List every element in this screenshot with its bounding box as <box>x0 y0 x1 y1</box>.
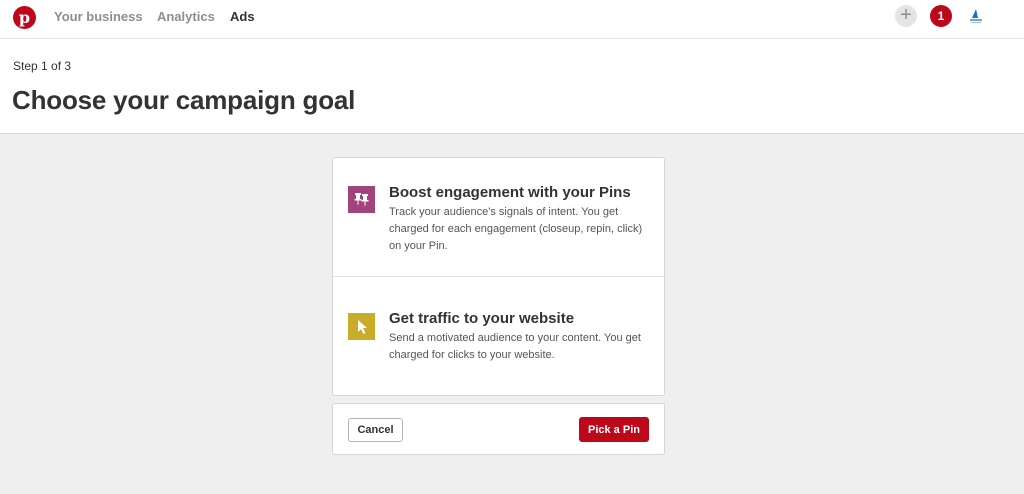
avatar-icon <box>970 9 982 23</box>
action-footer: Cancel Pick a Pin <box>332 403 665 455</box>
page-title: Choose your campaign goal <box>12 85 356 115</box>
cursor-icon <box>348 313 375 340</box>
cancel-button[interactable]: Cancel <box>348 418 403 442</box>
step-indicator: Step 1 of 3 <box>13 59 72 73</box>
nav-ads[interactable]: Ads <box>230 9 255 24</box>
goal-description-boost-engagement: Track your audience's signals of intent.… <box>389 206 643 252</box>
top-nav-bar: p Your business Analytics Ads + 1 <box>0 0 1024 39</box>
pick-a-pin-button[interactable]: Pick a Pin <box>579 417 649 442</box>
page-header: Step 1 of 3 Choose your campaign goal <box>0 39 1024 134</box>
plus-icon: + <box>900 4 912 26</box>
campaign-goal-options: Boost engagement with your Pins Track yo… <box>332 157 665 396</box>
goal-title-boost-engagement: Boost engagement with your Pins <box>389 184 631 201</box>
goal-title-website-traffic: Get traffic to your website <box>389 310 575 327</box>
nav-your-business[interactable]: Your business <box>54 9 143 24</box>
nav-analytics[interactable]: Analytics <box>157 9 215 24</box>
pushpin-icon <box>348 186 375 213</box>
pinterest-logo-icon[interactable]: p <box>13 6 36 29</box>
goal-option-website-traffic[interactable]: Get traffic to your website Send a motiv… <box>333 277 664 395</box>
logo-letter: p <box>18 8 31 27</box>
notifications-badge[interactable]: 1 <box>930 5 952 27</box>
add-plus-button[interactable]: + <box>895 5 917 27</box>
profile-avatar[interactable] <box>967 7 985 25</box>
goal-option-boost-engagement[interactable]: Boost engagement with your Pins Track yo… <box>333 158 664 277</box>
goal-description-website-traffic: Send a motivated audience to your conten… <box>389 332 641 361</box>
